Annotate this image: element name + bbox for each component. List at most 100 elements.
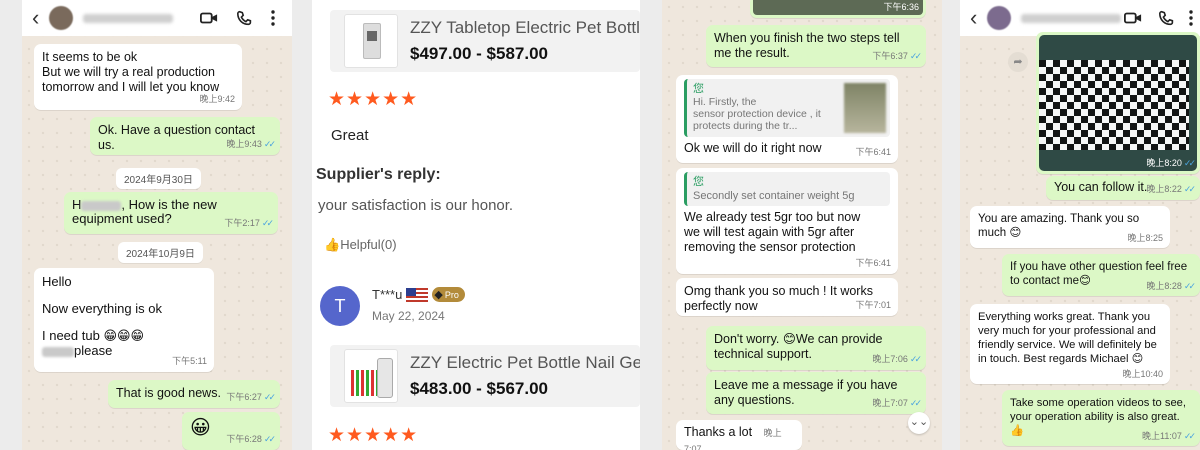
read-tick-icon: ✓✓ (1183, 158, 1196, 168)
read-tick-icon: ✓✓ (261, 218, 274, 228)
forward-button[interactable]: ➦ (1008, 52, 1028, 72)
product-thumbnail[interactable] (344, 349, 398, 403)
thumbs-up-icon: 👍 (324, 237, 341, 252)
contact-name[interactable] (1021, 13, 1122, 23)
message-time: 晚上8:28 (1146, 281, 1182, 291)
media-message[interactable]: 下午6:36 (750, 0, 926, 18)
reviewer-initial: T (334, 296, 346, 316)
message-time: 晚上8:25 (1127, 233, 1163, 243)
reviewer-name-row: T***u ◆ Pro (372, 287, 465, 302)
quoted-image (844, 83, 886, 133)
message-text: Now everything is ok (42, 301, 162, 316)
quoted-message[interactable]: 您 Hi. Firstly, the sensor protection dev… (684, 79, 890, 137)
video-call-icon[interactable] (200, 10, 218, 26)
message-outgoing[interactable]: 😀 下午6:28 ✓✓ (182, 412, 280, 450)
message-time-wrap: 下午6:27 ✓✓ (226, 390, 276, 405)
message-outgoing[interactable]: When you finish the two steps tell me th… (706, 25, 926, 67)
message-text: Hello (42, 274, 72, 289)
reviewer-name: T***u (372, 287, 403, 302)
product-card[interactable]: ZZY Electric Pet Bottle Nail Gel F $483.… (330, 345, 640, 407)
message-time: 下午2:17 (224, 218, 260, 228)
product-title[interactable]: ZZY Electric Pet Bottle Nail Gel F (410, 353, 640, 373)
chat-header: ‹ (22, 0, 292, 36)
message-incoming[interactable]: Omg thank you so much ! It works perfect… (676, 278, 898, 316)
message-text: Thanks a lot (684, 425, 753, 439)
pro-badge: ◆ Pro (432, 287, 465, 302)
message-time-wrap: 晚上8:22 ✓✓ (1146, 182, 1196, 197)
message-outgoing[interactable]: You can follow it. 晚上8:22 ✓✓ (1046, 176, 1200, 200)
chat-panel-4: ‹ ➦ 晚上8:20 ✓✓ You can follow it. 晚上8:22 ✓✓… (960, 0, 1200, 450)
message-time: 下午6:28 (226, 434, 262, 444)
date-divider: 2024年9月30日 (116, 168, 201, 189)
rating-stars: ★★★★★ (328, 89, 419, 110)
read-tick-icon: ✓✓ (263, 139, 276, 149)
message-text-part: H (72, 197, 82, 212)
read-tick-icon: ✓✓ (909, 51, 922, 61)
read-tick-icon: ✓✓ (909, 354, 922, 364)
read-tick-icon: ✓✓ (1183, 184, 1196, 194)
message-time: 下午6:37 (872, 51, 908, 61)
video-message[interactable]: 晚上8:20 ✓✓ (1036, 32, 1200, 174)
read-tick-icon: ✓✓ (263, 434, 276, 444)
product-title[interactable]: ZZY Tabletop Electric Pet Bottle (410, 18, 640, 38)
message-time: 晚上7:06 (872, 354, 908, 364)
message-text: You can follow it. (1054, 180, 1148, 194)
message-text: We already test 5gr too but now we will … (684, 210, 861, 254)
message-time: 晚上9:43 (226, 139, 262, 149)
message-outgoing[interactable]: Don't worry. 😊We can provide technical s… (706, 326, 926, 370)
message-text: please (74, 343, 113, 358)
date-divider: 2024年10月9日 (118, 242, 203, 263)
message-incoming[interactable]: Hello Now everything is ok I need tub 😁😁… (34, 268, 214, 372)
message-incoming[interactable]: It seems to be ok But we will try a real… (34, 44, 242, 110)
more-options-icon[interactable] (270, 10, 276, 26)
video-call-icon[interactable] (1124, 10, 1142, 26)
message-incoming[interactable]: 您 Secondly set container weight 5g We al… (676, 168, 898, 274)
more-options-icon[interactable] (1188, 10, 1194, 26)
message-outgoing[interactable]: That is good news. 下午6:27 ✓✓ (108, 380, 280, 408)
scroll-to-bottom-button[interactable]: ⌄⌄ (908, 412, 930, 434)
video-thumbnail[interactable] (1039, 35, 1197, 171)
rating-stars: ★★★★★ (328, 425, 419, 446)
review-date: May 22, 2024 (372, 309, 445, 323)
reviewer-avatar[interactable]: T (320, 286, 360, 326)
message-time: 下午6:27 (226, 392, 262, 402)
contact-name[interactable] (83, 13, 174, 23)
product-card[interactable]: ZZY Tabletop Electric Pet Bottle $497.00… (330, 10, 640, 72)
quoted-message[interactable]: 您 Secondly set container weight 5g (684, 172, 890, 206)
back-arrow-icon[interactable]: ‹ (970, 7, 977, 29)
message-outgoing[interactable]: If you have other question feel free to … (1002, 254, 1200, 296)
message-time: 晚上8:22 (1146, 184, 1182, 194)
avatar[interactable] (49, 6, 74, 30)
message-time: 晚上10:40 (1122, 369, 1163, 379)
quoted-author: 您 (693, 176, 704, 188)
message-incoming[interactable]: 您 Hi. Firstly, the sensor protection dev… (676, 75, 898, 163)
supplier-reply-heading: Supplier's reply: (316, 166, 441, 183)
chat-header: ‹ (960, 0, 1200, 36)
message-outgoing[interactable]: Leave me a message if you have any quest… (706, 372, 926, 414)
quoted-text: Hi. Firstly, the sensor protection devic… (693, 96, 821, 132)
chat-panel-1: ‹ It seems to be ok But we will try a re… (22, 0, 292, 450)
message-incoming[interactable]: You are amazing. Thank you so much 😊 晚上8… (970, 206, 1170, 248)
phone-call-icon[interactable] (1158, 10, 1176, 26)
message-time: 晚上8:20 (1146, 158, 1182, 168)
message-time-wrap: 下午6:37 ✓✓ (872, 49, 922, 64)
read-tick-icon: ✓✓ (909, 398, 922, 408)
message-time-wrap: 晚上11:07 ✓✓ (1142, 429, 1196, 443)
read-tick-icon: ✓✓ (1183, 281, 1196, 291)
message-text: I need tub 😁😁😁 (42, 328, 145, 343)
back-arrow-icon[interactable]: ‹ (32, 7, 39, 29)
message-time: 下午5:11 (172, 356, 207, 366)
message-incoming[interactable]: Thanks a lot 晚上7:07 (676, 420, 802, 450)
message-incoming[interactable]: Everything works great. Thank you very m… (970, 304, 1170, 384)
avatar[interactable] (987, 6, 1012, 30)
message-outgoing[interactable]: Take some operation videos to see, your … (1002, 390, 1200, 446)
message-text: Everything works great. Thank you very m… (978, 311, 1157, 365)
helpful-button[interactable]: 👍Helpful(0) (324, 237, 397, 253)
redacted-name (81, 200, 122, 211)
message-outgoing[interactable]: Ok. Have a question contact us. 晚上9:43 ✓✓ (90, 117, 280, 155)
review-text: Great (331, 127, 369, 144)
phone-call-icon[interactable] (236, 10, 254, 26)
product-thumbnail[interactable] (344, 14, 398, 68)
message-time-wrap: 下午2:17 ✓✓ (224, 216, 274, 231)
message-outgoing[interactable]: H, How is the new equipment used? 下午2:17… (64, 192, 278, 234)
